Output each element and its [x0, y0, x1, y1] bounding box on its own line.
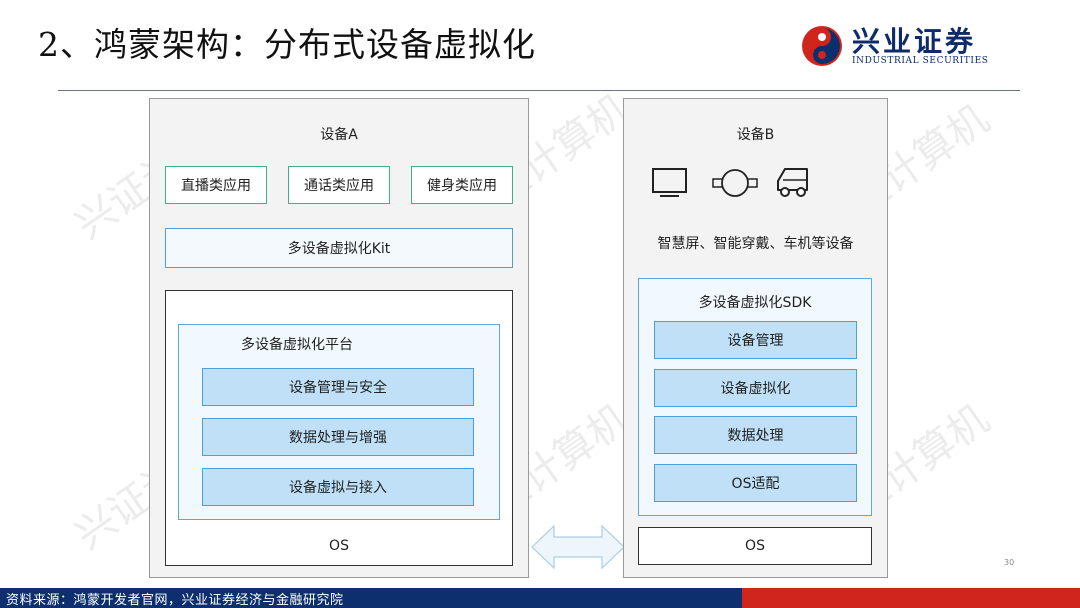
devices-caption: 智慧屏、智能穿戴、车机等设备	[657, 236, 854, 252]
virtualization-kit: 多设备虚拟化Kit	[165, 228, 513, 268]
sdk-title: 多设备虚拟化SDK	[698, 295, 812, 311]
page-number: 30	[1004, 558, 1015, 567]
device-b-title: 设备B	[736, 127, 775, 143]
sdk-item-os-adaptation: OS适配	[654, 464, 857, 502]
platform-item-device-management-security: 设备管理与安全	[202, 368, 474, 406]
sdk-item-data-processing: 数据处理	[654, 416, 857, 454]
platform-item-device-access: 设备虚拟与接入	[202, 468, 474, 506]
footer-accent	[742, 588, 1080, 608]
tv-icon	[652, 168, 687, 197]
logo-mark-icon	[802, 26, 842, 66]
app-fitness: 健身类应用	[411, 166, 513, 204]
app-calling: 通话类应用	[288, 166, 390, 204]
header-divider	[58, 90, 1020, 91]
device-a-os: OS	[329, 538, 349, 554]
platform-title: 多设备虚拟化平台	[241, 337, 353, 353]
platform-item-data-processing: 数据处理与增强	[202, 418, 474, 456]
app-live-streaming: 直播类应用	[165, 166, 267, 204]
sdk-item-device-management: 设备管理	[654, 321, 857, 359]
car-icon	[777, 168, 808, 197]
watch-icon	[712, 169, 758, 197]
page-title: 2、鸿蒙架构：分布式设备虚拟化	[38, 25, 536, 64]
device-a-title: 设备A	[320, 127, 358, 143]
logo-text: 兴业证券	[852, 25, 977, 58]
company-logo: 兴业证券 INDUSTRIAL SECURITIES	[800, 22, 1010, 70]
source-note: 资料来源：鸿蒙开发者官网，兴业证券经济与金融研究院	[6, 593, 344, 608]
logo-subtitle: INDUSTRIAL SECURITIES	[852, 56, 989, 66]
sdk-item-device-virtualization: 设备虚拟化	[654, 369, 857, 407]
bidirectional-arrow-icon	[531, 524, 625, 570]
device-b-os: OS	[638, 527, 872, 565]
